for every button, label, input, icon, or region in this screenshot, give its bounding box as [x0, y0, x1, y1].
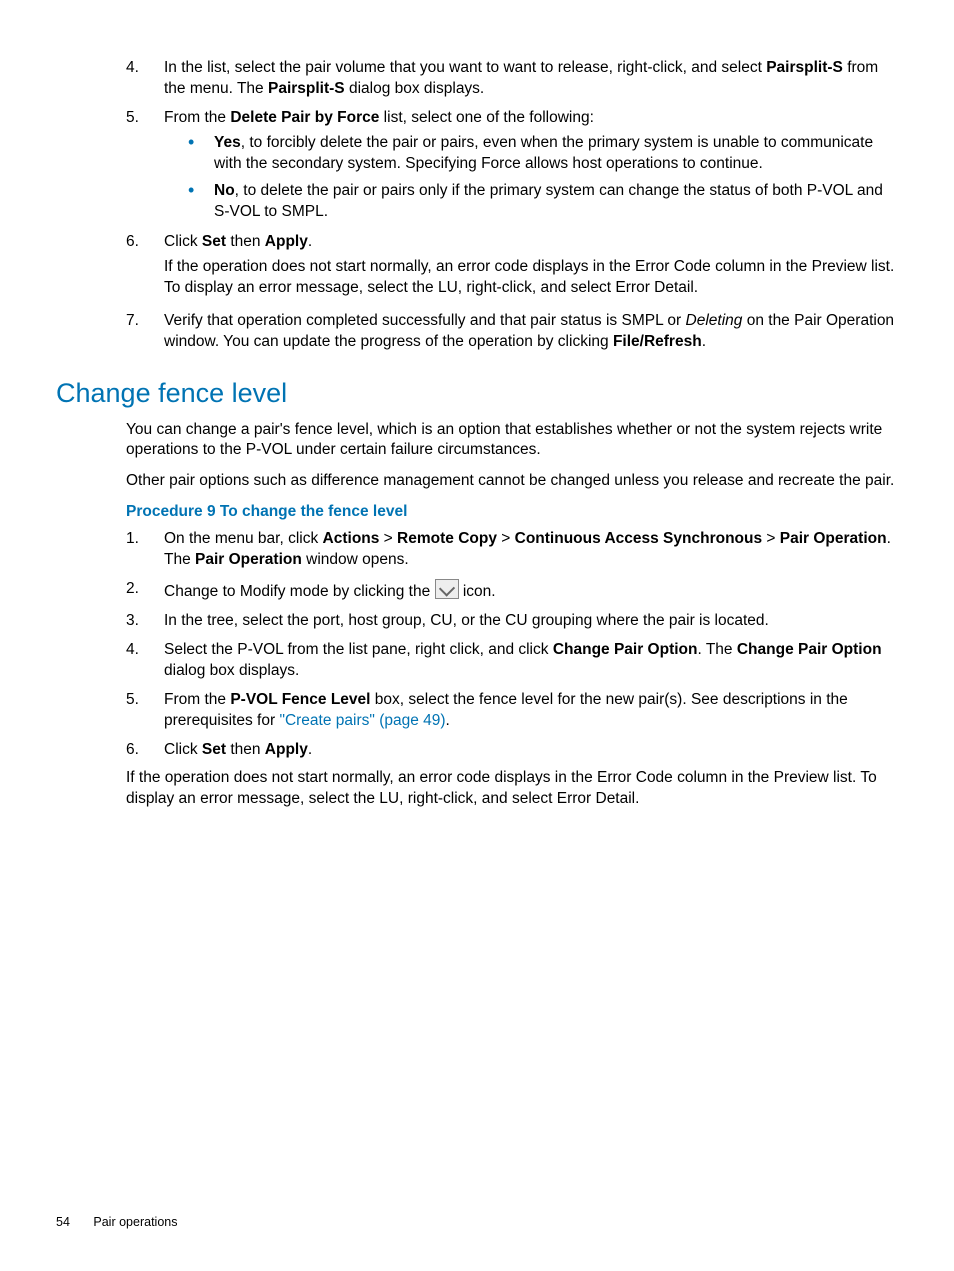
step-body: Verify that operation completed successf… [164, 311, 898, 357]
step-body: On the menu bar, click Actions > Remote … [164, 529, 898, 575]
step-body: In the list, select the pair volume that… [164, 58, 898, 104]
step-body: From the P-VOL Fence Level box, select t… [164, 690, 898, 736]
step-number: 1. [126, 529, 164, 575]
step-7: 7. Verify that operation completed succe… [126, 311, 898, 357]
release-pair-steps: 4. In the list, select the pair volume t… [126, 58, 898, 357]
step-number: 6. [126, 740, 164, 765]
step-3: 3. In the tree, select the port, host gr… [126, 611, 898, 636]
bullet-icon: • [188, 181, 214, 223]
bullet-icon: • [188, 133, 214, 175]
step-body: Change to Modify mode by clicking the ic… [164, 579, 898, 607]
step-1: 1. On the menu bar, click Actions > Remo… [126, 529, 898, 575]
closing-note: If the operation does not start normally… [126, 768, 898, 810]
step-body: In the tree, select the port, host group… [164, 611, 898, 636]
step-4: 4. In the list, select the pair volume t… [126, 58, 898, 104]
step-body: From the Delete Pair by Force list, sele… [164, 108, 898, 229]
step-5: 5. From the P-VOL Fence Level box, selec… [126, 690, 898, 736]
step-5: 5. From the Delete Pair by Force list, s… [126, 108, 898, 229]
step-6: 6. Click Set then Apply. If the operatio… [126, 232, 898, 303]
step-body: Select the P-VOL from the list pane, rig… [164, 640, 898, 686]
chapter-name: Pair operations [93, 1215, 177, 1229]
procedure-title: Procedure 9 To change the fence level [126, 502, 898, 523]
step-number: 4. [126, 58, 164, 104]
change-fence-steps: 1. On the menu bar, click Actions > Remo… [126, 529, 898, 764]
step-number: 3. [126, 611, 164, 636]
option-no: • No, to delete the pair or pairs only i… [188, 181, 898, 223]
step-number: 4. [126, 640, 164, 686]
section-intro: You can change a pair's fence level, whi… [126, 420, 898, 493]
step-2: 2. Change to Modify mode by clicking the… [126, 579, 898, 607]
step-body: Click Set then Apply. [164, 740, 898, 765]
step-number: 2. [126, 579, 164, 607]
page-footer: 54 Pair operations [56, 1214, 177, 1231]
section-heading-change-fence-level: Change fence level [56, 375, 898, 411]
modify-mode-icon [435, 579, 459, 599]
step-body: Click Set then Apply. If the operation d… [164, 232, 898, 303]
delete-force-options: • Yes, to forcibly delete the pair or pa… [188, 133, 898, 223]
step-6: 6. Click Set then Apply. [126, 740, 898, 765]
step-4: 4. Select the P-VOL from the list pane, … [126, 640, 898, 686]
step-number: 7. [126, 311, 164, 357]
step-number: 5. [126, 690, 164, 736]
option-yes: • Yes, to forcibly delete the pair or pa… [188, 133, 898, 175]
step-number: 5. [126, 108, 164, 229]
step-number: 6. [126, 232, 164, 303]
page-number: 54 [56, 1215, 70, 1229]
create-pairs-link[interactable]: "Create pairs" (page 49) [279, 712, 445, 729]
